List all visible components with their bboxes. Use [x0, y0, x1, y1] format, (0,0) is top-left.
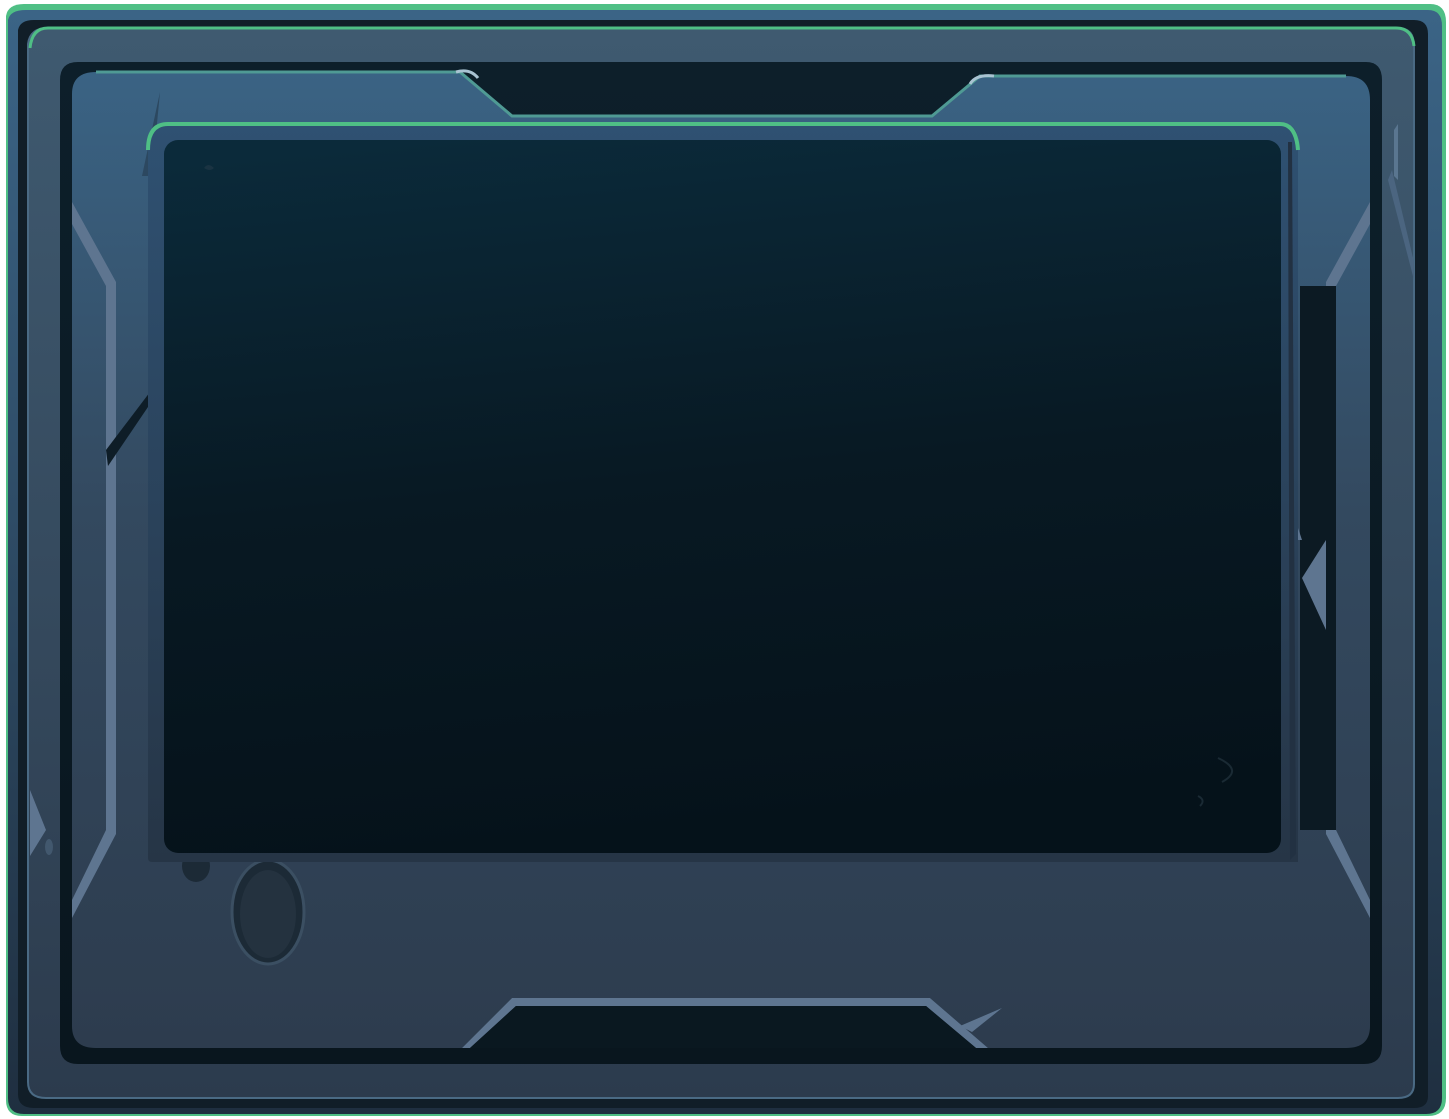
game-panel-frame [0, 0, 1449, 1119]
frame-artwork [6, 4, 1446, 1116]
display-screen [164, 140, 1281, 853]
